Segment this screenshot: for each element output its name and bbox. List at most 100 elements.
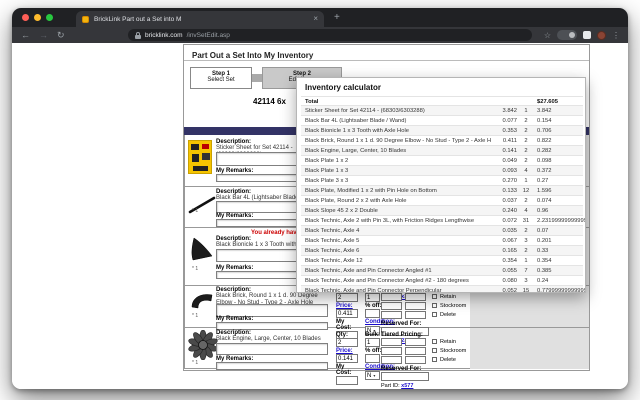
calculator-row: Sticker Sheet for Set 42114 - (68303/630… xyxy=(301,106,583,116)
price-input[interactable]: 0.411 xyxy=(336,309,358,318)
qty-input[interactable]: 2 xyxy=(336,293,358,302)
tooth-thumbnail xyxy=(188,236,216,267)
qty-input[interactable]: 2 xyxy=(336,338,358,347)
calculator-row: Black Bar 4L (Lightsaber Blade / Wand)0.… xyxy=(301,116,583,126)
bookmark-star-icon[interactable]: ☆ xyxy=(544,31,551,40)
description-textarea[interactable] xyxy=(216,343,328,355)
calc-item-qty: 2 xyxy=(519,246,533,256)
url-path: /invSetEdit.asp xyxy=(187,32,230,39)
calculator-row: Black Technic, Axle and Pin Connector Pe… xyxy=(301,286,583,293)
calc-item-qty: 2 xyxy=(519,196,533,206)
retain-checkbox[interactable] xyxy=(432,339,437,344)
tier-input[interactable] xyxy=(381,311,402,319)
calc-item-price: 0.052 xyxy=(477,286,517,293)
calc-item-qty: 1 xyxy=(519,106,533,116)
my-remarks-input[interactable] xyxy=(216,362,328,370)
calc-item-total: 0.098 xyxy=(537,156,552,166)
retain-checkbox[interactable] xyxy=(432,294,437,299)
calc-item-qty: 1 xyxy=(519,256,533,266)
address-bar[interactable]: bricklink.com /invSetEdit.asp xyxy=(128,29,532,41)
calc-item-name: Black Plate 3 x 3 xyxy=(305,176,491,186)
calculator-row: Black Technic, Axle 2 with Pin 3L, with … xyxy=(301,216,583,226)
pct-off-input[interactable] xyxy=(365,354,380,363)
stockroom-checkbox[interactable] xyxy=(432,303,437,308)
pct-off-input[interactable] xyxy=(365,309,380,318)
calc-item-name: Black Plate, Round 2 x 2 with Axle Hole xyxy=(305,196,491,206)
inventory-calculator-popup: Inventory calculator Total$27.605Sticker… xyxy=(296,77,586,293)
calc-item-qty: 31 xyxy=(519,216,533,226)
calc-item-name: Black Technic, Axle 6 xyxy=(305,246,491,256)
tier-input[interactable] xyxy=(381,302,402,310)
reload-icon[interactable]: ↻ xyxy=(57,30,65,40)
set-heading: 42114 6x xyxy=(253,97,286,106)
calc-item-total: 0.822 xyxy=(537,136,552,146)
calc-item-name: Black Technic, Axle 5 xyxy=(305,236,491,246)
calc-item-price: 0.270 xyxy=(477,176,517,186)
calc-item-qty: 3 xyxy=(519,276,533,286)
close-tab-icon[interactable]: × xyxy=(313,15,318,23)
tier-input[interactable] xyxy=(405,356,426,364)
bar-thumbnail xyxy=(188,190,218,223)
delete-checkbox[interactable] xyxy=(432,357,437,362)
zoom-window-button[interactable] xyxy=(46,14,53,21)
forward-icon[interactable]: → xyxy=(39,30,48,40)
calc-item-name: Black Plate 1 x 2 xyxy=(305,156,491,166)
delete-checkbox-label: Delete xyxy=(440,312,456,318)
calc-item-total: 0.706 xyxy=(537,126,552,136)
stockroom-checkbox-label: Stockroom xyxy=(440,348,466,354)
browser-menu-icon[interactable]: ⋮ xyxy=(612,31,620,40)
calc-item-price: 0.240 xyxy=(477,206,517,216)
close-window-button[interactable] xyxy=(22,14,29,21)
price-input[interactable]: 0.141 xyxy=(336,354,358,363)
back-icon[interactable]: ← xyxy=(21,30,30,40)
tier-input[interactable] xyxy=(405,338,426,346)
condition-select[interactable]: N▾ xyxy=(365,371,380,380)
part-id-link[interactable]: x577 xyxy=(401,383,413,389)
page-title: Part Out a Set Into My Inventory xyxy=(192,51,313,60)
delete-checkbox[interactable] xyxy=(432,312,437,317)
tier-input[interactable] xyxy=(381,338,402,346)
traffic-lights xyxy=(22,14,53,21)
calc-item-total: 0.7799999999999999 xyxy=(537,286,586,293)
browser-tab[interactable]: BrickLink Part out a Set into M × xyxy=(76,11,324,27)
step1-tab[interactable]: Step 1 Select Set xyxy=(190,67,252,89)
bulk-input[interactable]: 1 xyxy=(365,338,380,347)
new-tab-button[interactable]: + xyxy=(334,12,340,24)
calc-item-total: 0.33 xyxy=(537,246,548,256)
calc-item-price: 0.080 xyxy=(477,276,517,286)
tier-input[interactable] xyxy=(405,347,426,355)
calc-item-price: 0.133 xyxy=(477,186,517,196)
calc-item-price: 0.035 xyxy=(477,226,517,236)
stockroom-checkbox[interactable] xyxy=(432,348,437,353)
calculator-row: Black Plate 1 x 20.04920.098 xyxy=(301,156,583,166)
tier-input[interactable] xyxy=(405,311,426,319)
tier-input[interactable] xyxy=(381,356,402,364)
calc-item-total: 2.2319999999999998 xyxy=(537,216,586,226)
part-id: Part ID: x577 xyxy=(381,383,413,389)
calculator-row: Black Slope 45 2 x 2 Double0.24040.96 xyxy=(301,206,583,216)
calculator-row: Black Plate, Modified 1 x 2 with Pin Hol… xyxy=(301,186,583,196)
reserved-for-input[interactable] xyxy=(381,372,429,381)
stockroom-checkbox-label: Stockroom xyxy=(440,303,466,309)
my-remarks-input[interactable] xyxy=(216,322,328,330)
lock-icon xyxy=(135,32,141,39)
retain-checkbox-label: Retain xyxy=(440,339,456,345)
calc-item-price: 0.055 xyxy=(477,266,517,276)
tier-input[interactable] xyxy=(381,293,402,301)
extension-pill[interactable] xyxy=(557,30,577,40)
calc-item-name: Black Plate, Modified 1 x 2 with Pin Hol… xyxy=(305,186,491,196)
tier-input[interactable] xyxy=(405,302,426,310)
bulk-input[interactable]: 1 xyxy=(365,293,380,302)
browser-toolbar: ← → ↻ bricklink.com /invSetEdit.asp ☆ ⋮ xyxy=(12,27,628,43)
calc-item-price: 0.077 xyxy=(477,116,517,126)
calc-item-total: 0.372 xyxy=(537,166,552,176)
extensions-icon[interactable] xyxy=(583,31,591,39)
tier-input[interactable] xyxy=(405,293,426,301)
tier-input[interactable] xyxy=(381,347,402,355)
calculator-row: Black Technic, Axle 120.35410.354 xyxy=(301,256,583,266)
calc-item-price: 3.842 xyxy=(477,106,517,116)
profile-avatar[interactable] xyxy=(597,31,606,40)
minimize-window-button[interactable] xyxy=(34,14,41,21)
calc-item-name: Black Technic, Axle and Pin Connector Pe… xyxy=(305,286,491,293)
my-cost-input[interactable] xyxy=(336,376,358,385)
